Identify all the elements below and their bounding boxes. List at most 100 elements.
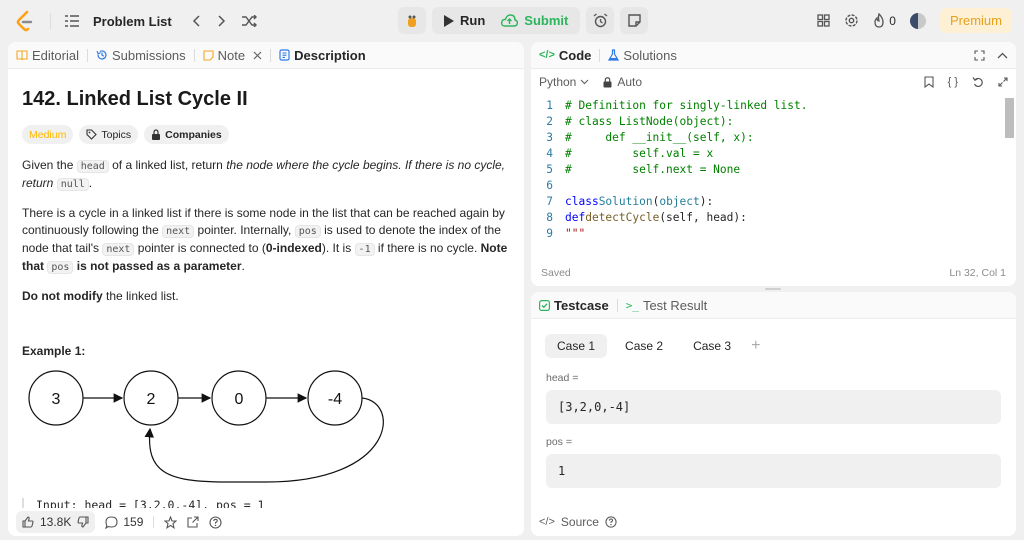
comments-button[interactable]: 159: [105, 515, 143, 529]
tab-note[interactable]: Note: [203, 48, 262, 63]
help-icon[interactable]: [605, 516, 617, 528]
cloud-upload-icon: [501, 14, 519, 27]
tab-code[interactable]: </> Code: [539, 48, 591, 63]
tab-test-result[interactable]: >_ Test Result: [626, 298, 708, 313]
tab-description[interactable]: Description: [279, 48, 366, 63]
case-tabs: Case 1 Case 2 Case 3 +: [531, 334, 1016, 358]
thumbs-down-icon[interactable]: [77, 516, 89, 528]
chevron-left-icon[interactable]: [192, 15, 200, 27]
tab-submissions-label: Submissions: [111, 47, 186, 63]
add-case-plus-icon[interactable]: +: [751, 337, 760, 355]
star-icon[interactable]: [164, 515, 178, 529]
test-tab-bar: Testcase >_ Test Result: [531, 292, 1016, 319]
companies-button[interactable]: Companies: [144, 125, 229, 144]
format-braces-icon[interactable]: { }: [948, 76, 958, 88]
tab-testcase[interactable]: Testcase: [539, 298, 609, 313]
code-toolbar: Python Auto { }: [531, 69, 1016, 95]
tag-icon: [86, 129, 98, 140]
code-brackets-icon: </>: [539, 516, 555, 528]
language-select[interactable]: Python: [539, 75, 589, 89]
topics-label: Topics: [101, 128, 132, 141]
comment-icon: [105, 515, 118, 529]
fire-icon: [874, 13, 884, 28]
panel-resize-handle[interactable]: [765, 288, 781, 290]
reset-icon[interactable]: [972, 76, 984, 88]
lock-icon: [151, 129, 161, 140]
divider: [86, 48, 88, 62]
notes-icon[interactable]: [620, 7, 649, 34]
tab-description-label: Description: [294, 47, 366, 63]
code-line: 1 # Definition for singly-linked list.: [546, 99, 808, 112]
auto-mode-toggle[interactable]: Auto: [603, 75, 642, 89]
checkbox-icon: [539, 299, 550, 311]
streak-counter[interactable]: 0: [873, 13, 896, 28]
submit-button[interactable]: Submit: [493, 7, 576, 34]
like-dislike-group: 13.8K: [16, 511, 96, 533]
topics-button[interactable]: Topics: [79, 125, 139, 144]
chevron-up-icon[interactable]: [997, 52, 1008, 59]
tab-test-result-label: Test Result: [642, 297, 708, 313]
tab-note-label: Note: [217, 47, 246, 63]
code-line: 2 # class ListNode(object):: [546, 115, 734, 128]
language-label: Python: [539, 75, 577, 89]
case-tab-1[interactable]: Case 1: [545, 334, 608, 358]
example-title: Example 1:: [22, 344, 86, 358]
inline-code: next: [162, 225, 195, 238]
description-panel: Editorial Submissions Note Description 1…: [8, 42, 524, 536]
shuffle-icon[interactable]: [241, 15, 257, 27]
expand-icon[interactable]: [974, 49, 985, 61]
description-paragraph-3: Do not modify the linked list.: [22, 289, 179, 303]
problem-title[interactable]: 142. Linked List Cycle II: [22, 88, 510, 111]
tab-code-label: Code: [558, 47, 592, 63]
testcase-panel: Testcase >_ Test Result Case 1 Case 2 Ca…: [531, 292, 1016, 536]
list-icon[interactable]: [65, 15, 79, 27]
layout-grid-icon[interactable]: [817, 14, 830, 27]
tab-solutions[interactable]: Solutions: [608, 48, 677, 63]
case-tab-2[interactable]: Case 2: [613, 334, 675, 358]
history-icon: [96, 49, 108, 61]
debug-icon[interactable]: [398, 7, 426, 34]
help-icon[interactable]: [209, 515, 222, 529]
description-paragraph-1: Given the head of a linked list, return …: [22, 158, 506, 191]
case-tab-3[interactable]: Case 3: [681, 334, 743, 358]
auto-label: Auto: [617, 75, 643, 89]
premium-button[interactable]: Premium: [939, 8, 1012, 33]
thumbs-up-icon[interactable]: [22, 516, 34, 528]
share-icon[interactable]: [187, 516, 199, 528]
fullscreen-icon[interactable]: [998, 77, 1008, 87]
head-input[interactable]: [3,2,0,-4]: [546, 390, 1001, 424]
top-bar: Problem List Run Submit 0 Premium: [0, 0, 1024, 40]
divider: [193, 48, 195, 62]
run-label: Run: [460, 13, 486, 28]
chevron-down-icon: [580, 79, 589, 85]
inline-code: pos: [47, 261, 74, 274]
run-button[interactable]: Run: [436, 7, 493, 34]
chevron-right-icon[interactable]: [218, 15, 226, 27]
code-editor[interactable]: 1 # Definition for singly-linked list. 2 #…: [531, 98, 1003, 249]
alarm-clock-icon[interactable]: [586, 7, 615, 34]
code-line: 3 # def __init__(self, x):: [546, 131, 754, 144]
code-line: 8 def detectCycle (self, head):: [546, 211, 747, 224]
difficulty-badge: Medium: [22, 125, 74, 144]
code-scrollbar[interactable]: [1005, 98, 1014, 138]
divider: [270, 48, 272, 62]
code-line: 4 # self.val = x: [546, 147, 714, 160]
tab-editorial-label: Editorial: [32, 47, 79, 63]
problem-list-link[interactable]: Problem List: [93, 14, 172, 29]
divider: [153, 516, 155, 528]
bookmark-icon[interactable]: [924, 76, 934, 88]
leetcode-logo-icon[interactable]: [14, 10, 36, 32]
description-paragraph-2: There is a cycle in a linked list if the…: [22, 206, 508, 274]
tab-editorial[interactable]: Editorial: [16, 48, 79, 63]
close-icon[interactable]: [253, 51, 262, 60]
divider: [616, 298, 618, 312]
pos-input[interactable]: 1: [546, 454, 1001, 488]
settings-gear-icon[interactable]: [844, 13, 859, 28]
saved-status: Saved: [541, 267, 571, 279]
source-link[interactable]: </> Source: [539, 515, 617, 529]
list-node-label: 2: [147, 391, 156, 408]
list-node-label: 3: [52, 391, 61, 408]
tab-submissions[interactable]: Submissions: [96, 48, 186, 63]
pos-field-label: pos =: [546, 436, 572, 448]
avatar[interactable]: [909, 12, 926, 29]
